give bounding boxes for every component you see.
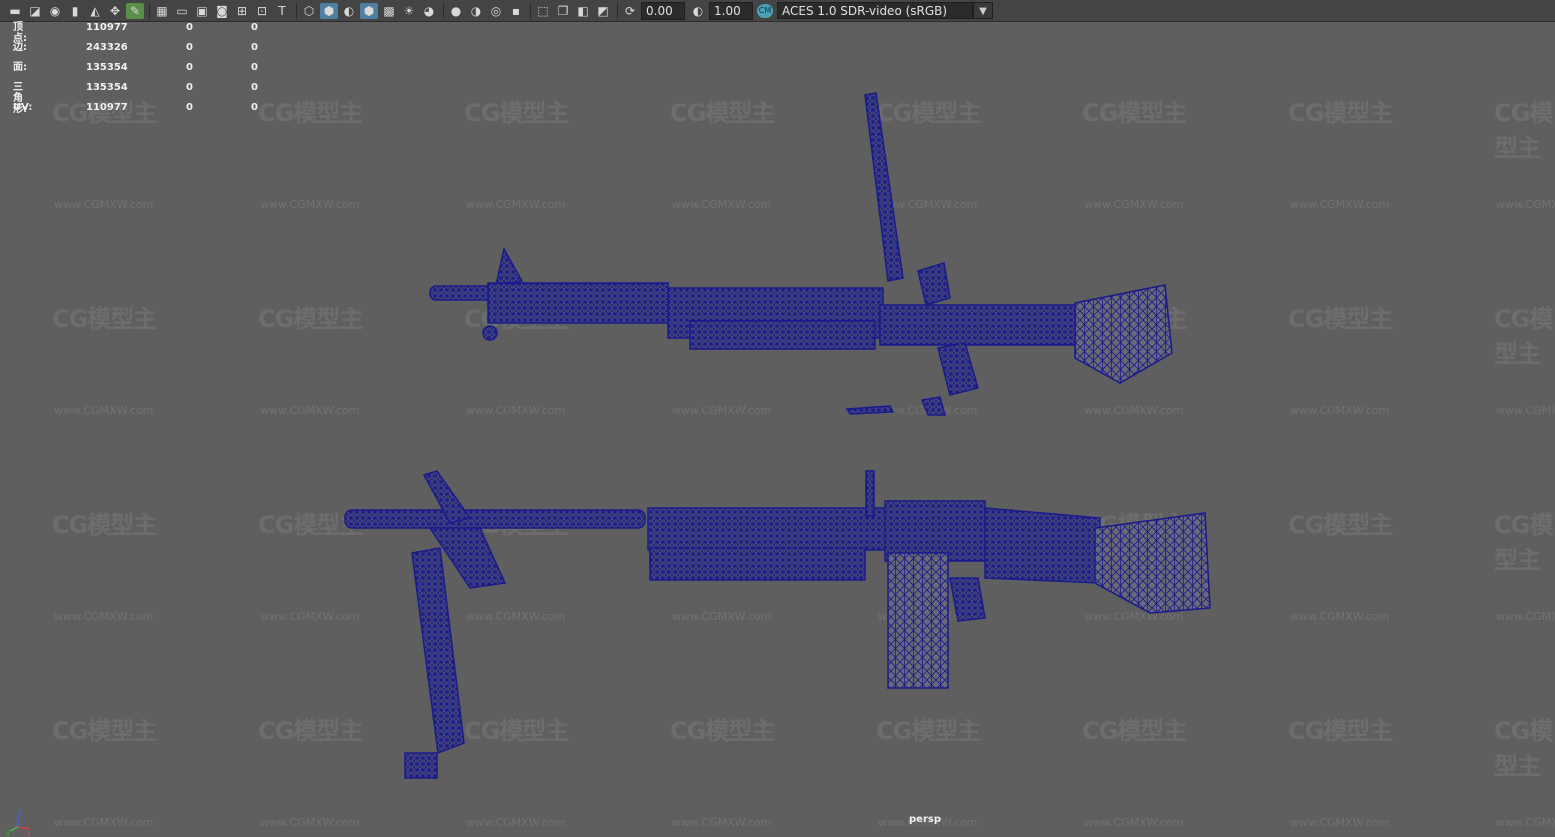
textured-icon[interactable]: ▩: [380, 3, 398, 19]
isolate-icon[interactable]: ⬚: [534, 3, 552, 19]
depth-of-field-icon[interactable]: ▪: [507, 3, 525, 19]
two-d-pan-icon[interactable]: ✥: [106, 3, 124, 19]
smooth-shade-icon[interactable]: ⬢: [320, 2, 338, 19]
wireframe-on-shaded-icon[interactable]: ⬢: [360, 2, 378, 19]
perspective-viewport[interactable]: CG模型主 www.CGMXW.com CG模型主 www.CGMXW.com CG模型…: [0, 23, 1555, 837]
camera-icon[interactable]: ▬: [6, 3, 24, 19]
separator: [617, 2, 618, 19]
xray-icon[interactable]: ❐: [554, 3, 572, 19]
hud-label: UV:: [13, 102, 33, 113]
lights-icon[interactable]: ☀: [400, 3, 418, 19]
hud-value: 0: [251, 22, 258, 33]
shadows-icon[interactable]: ◕: [420, 3, 438, 19]
anti-alias-icon[interactable]: ◎: [487, 3, 505, 19]
xray-joints-icon[interactable]: ◧: [574, 3, 592, 19]
image-plane-icon[interactable]: ◭: [86, 3, 104, 19]
safe-title-icon[interactable]: T: [273, 3, 291, 19]
color-space-select[interactable]: ACES 1.0 SDR-video (sRGB): [777, 2, 973, 19]
hud-value: 0: [251, 62, 258, 73]
hud-value: 0: [186, 102, 193, 113]
hud-value: 135354: [86, 62, 128, 73]
separator: [296, 2, 297, 19]
grid-icon[interactable]: ▦: [153, 3, 171, 19]
safe-action-icon[interactable]: ⊡: [253, 3, 271, 19]
hud-value: 0: [186, 22, 193, 33]
film-gate-icon[interactable]: ▭: [173, 3, 191, 19]
hud-value: 0: [186, 82, 193, 93]
motion-blur-icon[interactable]: ◑: [467, 3, 485, 19]
ambient-occlusion-icon[interactable]: ●: [447, 3, 465, 19]
axis-z-label: z: [19, 809, 22, 816]
backface-icon[interactable]: ◩: [594, 3, 612, 19]
camera-attributes-icon[interactable]: ◪: [26, 3, 44, 19]
hud-value: 0: [186, 42, 193, 53]
bookmark-icon[interactable]: ▮: [66, 3, 84, 19]
hud-value: 135354: [86, 82, 128, 93]
axis-x-label: x: [27, 830, 31, 835]
wireframe-icon[interactable]: ⬡: [300, 3, 318, 19]
hud-value: 0: [251, 82, 258, 93]
chevron-down-icon[interactable]: ▼: [973, 2, 993, 19]
color-management: CM ACES 1.0 SDR-video (sRGB) ▼: [757, 2, 993, 19]
hud-value: 0: [251, 42, 258, 53]
camera-lock-icon[interactable]: ◉: [46, 3, 64, 19]
separator: [443, 2, 444, 19]
hud-value: 0: [251, 102, 258, 113]
gun-lower: [344, 470, 1211, 779]
gamma-field[interactable]: 1.00: [709, 1, 753, 20]
exposure-field[interactable]: 0.00: [641, 1, 685, 20]
hud-value: 243326: [86, 42, 128, 53]
hud-label: 面:: [13, 62, 27, 73]
hud-label: 边:: [13, 42, 27, 53]
exposure-icon[interactable]: ⟳: [621, 3, 639, 19]
flat-shade-icon[interactable]: ◐: [340, 3, 358, 19]
gamma-icon[interactable]: ◐: [689, 3, 707, 19]
gate-mask-icon[interactable]: ◙: [213, 3, 231, 19]
grease-pencil-icon[interactable]: ✎: [126, 2, 144, 19]
hud-value: 110977: [86, 102, 128, 113]
separator: [149, 2, 150, 19]
camera-name-label: persp: [909, 814, 941, 825]
resolution-gate-icon[interactable]: ▣: [193, 3, 211, 19]
separator: [530, 2, 531, 19]
gun-upper: [429, 92, 1173, 416]
color-management-icon[interactable]: CM: [757, 3, 773, 18]
field-chart-icon[interactable]: ⊞: [233, 3, 251, 19]
axis-gizmo: z x y: [6, 809, 31, 835]
hud-value: 0: [186, 62, 193, 73]
hud-value: 110977: [86, 22, 128, 33]
axis-y-label: y: [6, 830, 10, 835]
hud-label: 顶点:: [13, 22, 27, 44]
viewport-toolbar: ▬ ◪ ◉ ▮ ◭ ✥ ✎ ▦ ▭ ▣ ◙ ⊞ ⊡ T ⬡ ⬢ ◐ ⬢ ▩ ☀ …: [0, 0, 1555, 22]
model-wireframe: [344, 92, 1211, 779]
